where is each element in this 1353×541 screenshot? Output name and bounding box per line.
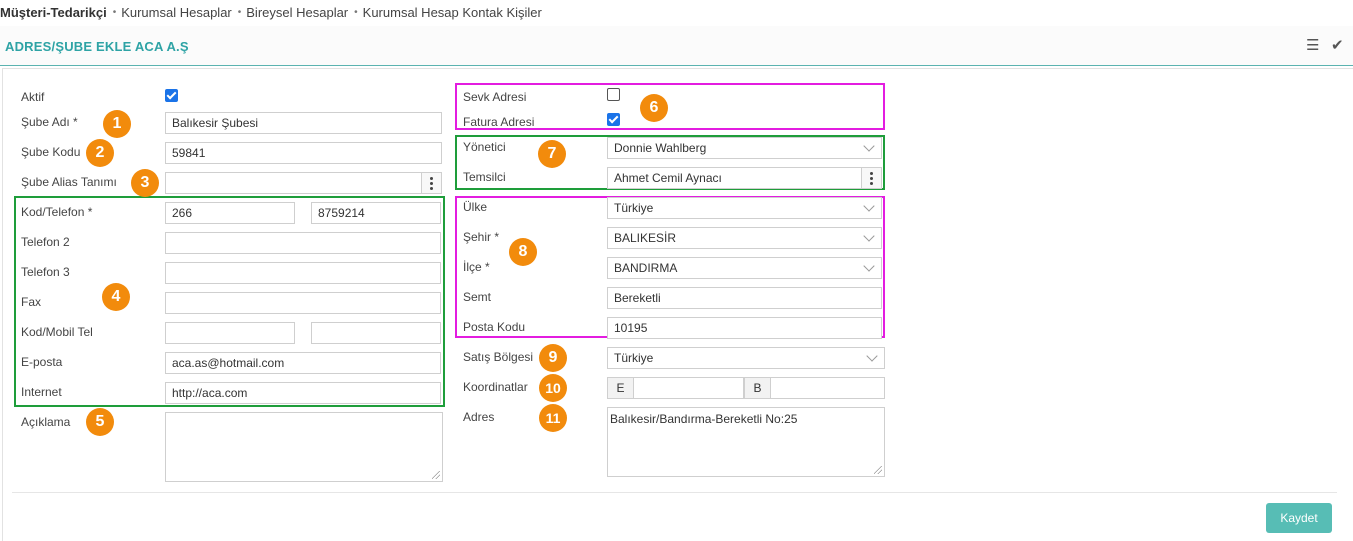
aciklama-label: Açıklama [21,415,71,429]
chevron-down-icon [863,139,875,152]
alias-label: Şube Alias Tanımı [21,175,117,189]
breadcrumb-item-bireysel[interactable]: Bireysel Hesaplar [246,5,348,20]
list-icon[interactable]: ☰ [1306,38,1319,54]
annotation-badge-4: 4 [102,283,130,311]
alias-input[interactable] [165,172,442,194]
satis-bolgesi-value: Türkiye [614,351,654,365]
more-options-icon[interactable] [421,173,441,193]
telefon2-label: Telefon 2 [21,235,70,249]
email-input[interactable]: aca.as@hotmail.com [165,352,441,374]
annotation-badge-9: 9 [539,344,567,372]
koordinatlar-label: Koordinatlar [463,380,528,394]
adres-textarea[interactable]: Balıkesir/Bandırma-Bereketli No:25 [607,407,885,477]
koordinat-b-prefix: B [745,378,771,398]
internet-input[interactable]: http://aca.com [165,382,441,404]
semt-input[interactable]: Bereketli [607,287,882,309]
resize-handle-icon[interactable] [432,471,440,479]
sehir-value: BALIKESİR [614,231,677,245]
fax-input[interactable] [165,292,441,314]
chevron-down-icon [863,199,875,212]
temsilci-label: Temsilci [463,170,506,184]
yonetici-select[interactable]: Donnie Wahlberg [607,137,882,159]
posta-kodu-input[interactable]: 10195 [607,317,882,339]
breadcrumb-item-kontak[interactable]: Kurumsal Hesap Kontak Kişiler [363,5,542,20]
posta-kodu-label: Posta Kodu [463,320,526,334]
yonetici-label: Yönetici [463,140,506,154]
chevron-down-icon [863,259,875,272]
annotation-badge-6: 6 [640,94,668,122]
more-options-icon[interactable] [861,168,881,188]
aktif-checkbox[interactable] [165,89,178,102]
page-header [0,26,1353,66]
ulke-label: Ülke [463,200,488,214]
temsilci-input[interactable]: Ahmet Cemil Aynacı [607,167,882,189]
ilce-label: İlçe * [463,260,490,274]
mobil-label: Kod/Mobil Tel [21,325,93,339]
page-title: ADRES/ŞUBE EKLE ACA A.Ş [5,39,189,54]
aktif-label: Aktif [21,90,45,104]
yonetici-value: Donnie Wahlberg [614,141,707,155]
mobile-code-input[interactable] [165,322,295,344]
aciklama-textarea[interactable] [165,412,443,482]
annotation-badge-5: 5 [86,408,114,436]
ulke-value: Türkiye [614,201,654,215]
breadcrumb-separator: • [112,6,117,18]
sube-kodu-input[interactable]: 59841 [165,142,442,164]
annotation-badge-2: 2 [86,139,114,167]
sube-adi-label: Şube Adı * [21,115,78,129]
breadcrumb-separator: • [354,6,358,18]
annotation-badge-11: 11 [539,404,567,432]
telefon2-input[interactable] [165,232,441,254]
telefon3-input[interactable] [165,262,441,284]
temsilci-value: Ahmet Cemil Aynacı [614,171,722,185]
resize-handle-icon[interactable] [874,466,882,474]
chevron-down-icon [866,349,878,362]
annotation-badge-8: 8 [509,238,537,266]
annotation-badge-1: 1 [103,110,131,138]
kod-telefon-label: Kod/Telefon * [21,205,93,219]
ulke-select[interactable]: Türkiye [607,197,882,219]
adres-label: Adres [463,410,495,424]
internet-label: Internet [21,385,62,399]
koordinat-b-input[interactable]: B [744,377,885,399]
breadcrumb: Müşteri-Tedarikçi • Kurumsal Hesaplar • … [0,4,542,20]
koordinat-e-input[interactable]: E [607,377,744,399]
telefon3-label: Telefon 3 [21,265,70,279]
sehir-label: Şehir * [463,230,500,244]
satis-bolgesi-label: Satış Bölgesi [463,350,534,364]
sube-adi-input[interactable]: Balıkesir Şubesi [165,112,442,134]
fatura-checkbox[interactable] [607,113,620,126]
breadcrumb-item-kurumsal[interactable]: Kurumsal Hesaplar [121,5,232,20]
mobile-number-input[interactable] [311,322,441,344]
adres-value: Balıkesir/Bandırma-Bereketli No:25 [610,412,798,426]
ilce-select[interactable]: BANDIRMA [607,257,882,279]
annotation-badge-3: 3 [131,169,159,197]
fatura-label: Fatura Adresi [463,115,535,129]
fax-label: Fax [21,295,42,309]
sevk-checkbox[interactable] [607,88,620,101]
phone-code-input[interactable]: 266 [165,202,295,224]
semt-label: Semt [463,290,492,304]
save-button[interactable]: Kaydet [1266,503,1332,533]
eposta-label: E-posta [21,355,63,369]
phone-number-input[interactable]: 8759214 [311,202,441,224]
annotation-badge-7: 7 [538,140,566,168]
satis-bolgesi-select[interactable]: Türkiye [607,347,885,369]
check-icon[interactable]: ✔ [1331,38,1344,54]
annotation-badge-10: 10 [539,374,567,402]
breadcrumb-root[interactable]: Müşteri-Tedarikçi [0,5,107,20]
ilce-value: BANDIRMA [614,261,678,275]
sube-kodu-label: Şube Kodu [21,145,81,159]
sevk-label: Sevk Adresi [463,90,527,104]
footer-divider [12,492,1337,493]
koordinat-e-prefix: E [608,378,634,398]
breadcrumb-separator: • [237,6,242,18]
sehir-select[interactable]: BALIKESİR [607,227,882,249]
chevron-down-icon [863,229,875,242]
